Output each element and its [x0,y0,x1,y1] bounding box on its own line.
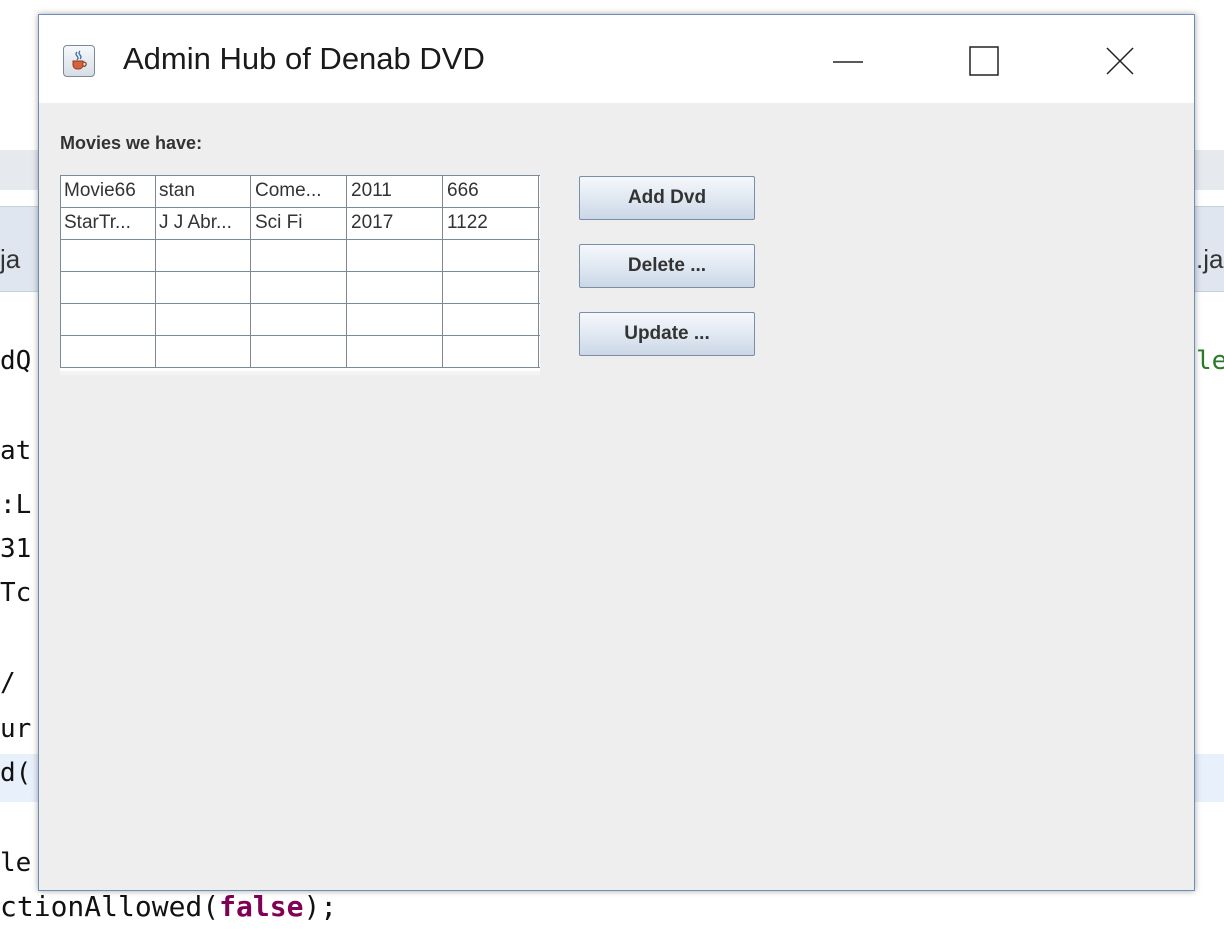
table-row[interactable] [60,304,540,336]
table-cell[interactable]: 2011 [348,176,443,207]
ide-code-line: dQ [0,346,32,376]
ide-code-line-bottom: ctionAllowed(false); [0,890,337,923]
table-cell[interactable] [252,272,347,303]
table-cell[interactable] [252,304,347,335]
table-cell[interactable] [61,336,156,367]
maximize-icon [969,46,999,76]
table-row[interactable] [60,272,540,304]
ide-code-line: le [1196,346,1224,376]
table-row[interactable] [60,240,540,272]
table-cell[interactable] [444,336,539,367]
delete-button[interactable]: Delete ... [579,244,755,288]
table-cell[interactable]: 666 [444,176,539,207]
table-cell[interactable] [156,272,251,303]
table-cell[interactable] [444,240,539,271]
table-cell[interactable]: 2017 [348,208,443,239]
table-cell[interactable] [156,336,251,367]
table-cell[interactable]: 1122 [444,208,539,239]
minimize-icon [833,61,863,63]
close-button[interactable] [1059,15,1179,103]
table-cell[interactable] [348,336,443,367]
maximize-button[interactable] [923,15,1043,103]
ide-tab-right: .ja [1196,244,1224,274]
java-cup-icon [63,45,95,77]
title-bar[interactable]: Admin Hub of Denab DVD [39,15,1194,103]
table-cell[interactable] [444,304,539,335]
ide-code-text: ctionAllowed( [0,890,220,923]
ide-code-line: :L [0,490,32,520]
admin-hub-window: Admin Hub of Denab DVD Movies we have: M… [38,14,1195,891]
table-cell[interactable]: Movie66 [61,176,156,207]
ide-code-line: le [0,848,32,878]
table-cell[interactable] [348,304,443,335]
ide-top-strip [0,0,1224,14]
table-cell[interactable] [61,272,156,303]
table-row[interactable]: Movie66 stan Come... 2011 666 [60,176,540,208]
table-cell[interactable]: stan [156,176,251,207]
table-cell[interactable]: J J Abr... [156,208,251,239]
minimize-button[interactable] [787,15,907,103]
table-row[interactable]: StarTr... J J Abr... Sci Fi 2017 1122 [60,208,540,240]
table-cell[interactable] [348,240,443,271]
ide-code-line: / [0,668,16,698]
update-button[interactable]: Update ... [579,312,755,356]
ide-code-line: Tc [0,578,32,608]
ide-code-line: 31 [0,534,32,564]
table-cell[interactable] [252,240,347,271]
table-cell[interactable] [61,304,156,335]
ide-tab-left: ja [0,244,21,274]
ide-code-line: at [0,436,32,466]
table-cell[interactable] [156,304,251,335]
table-cell[interactable] [61,240,156,271]
table-cell[interactable]: Come... [252,176,347,207]
table-cell[interactable] [444,272,539,303]
table-row[interactable] [60,336,540,368]
table-cell[interactable] [252,336,347,367]
movies-table[interactable]: Movie66 stan Come... 2011 666 StarTr... … [60,175,540,375]
movies-heading: Movies we have: [60,133,203,153]
add-dvd-button[interactable]: Add Dvd [579,176,755,220]
ide-code-keyword: false [219,890,304,923]
ide-code-line: d( [0,758,32,788]
ide-code-text: ); [303,890,338,923]
table-cell[interactable]: StarTr... [61,208,156,239]
close-icon [1106,47,1134,75]
ide-code-line: ur [0,714,32,744]
table-cell[interactable]: Sci Fi [252,208,347,239]
table-cell[interactable] [348,272,443,303]
table-cell[interactable] [156,240,251,271]
window-title: Admin Hub of Denab DVD [123,41,485,76]
